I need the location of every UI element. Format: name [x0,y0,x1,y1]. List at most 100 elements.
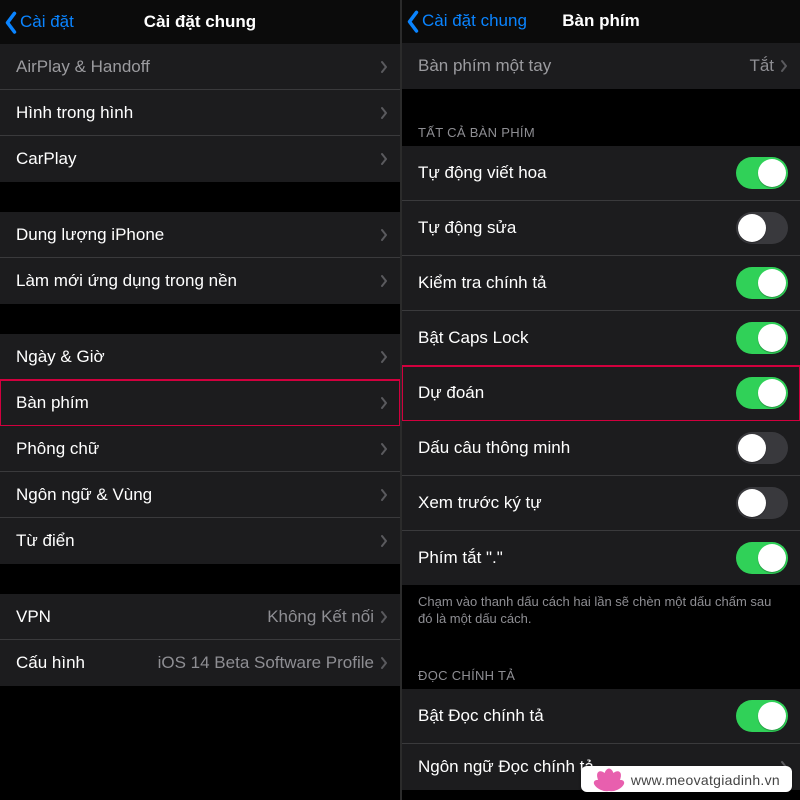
row-value: Không Kết nối [267,607,374,627]
chevron-right-icon [380,488,388,502]
row-label: Phím tắt "." [418,548,736,568]
nav-back-label: Cài đặt [20,12,74,32]
row-label: Cấu hình [16,653,158,673]
navbar: Cài đặtCài đặt chung [0,0,400,44]
row-label: Tự động viết hoa [418,163,736,183]
settings-toggle-row[interactable]: Phím tắt "." [402,531,800,585]
group-footer: Chạm vào thanh dấu cách hai lần sẽ chèn … [402,585,800,632]
toggle-knob [738,489,766,517]
chevron-right-icon [380,610,388,624]
toggle-switch[interactable] [736,157,788,189]
row-label: Bật Đọc chính tả [418,706,736,726]
row-value: Tắt [749,56,774,76]
row-label: Kiểm tra chính tả [418,273,736,293]
settings-group: Dung lượng iPhone Làm mới ứng dụng trong … [0,212,400,304]
settings-nav-row[interactable]: Ngày & Giờ [0,334,400,380]
settings-nav-row[interactable]: Cấu hìnhiOS 14 Beta Software Profile [0,640,400,686]
row-label: Bàn phím [16,393,380,413]
toggle-switch[interactable] [736,322,788,354]
nav-back-button[interactable]: Cài đặt [0,11,74,33]
settings-toggle-row[interactable]: Dự đoán [402,366,800,421]
row-label: Làm mới ứng dụng trong nền [16,271,380,291]
settings-group: TẤT CẢ BÀN PHÍMTự động viết hoaTự động s… [402,119,800,632]
watermark-text: www.meovatgiadinh.vn [631,772,780,788]
row-label: Dấu câu thông minh [418,438,736,458]
toggle-switch[interactable] [736,700,788,732]
settings-toggle-row[interactable]: Tự động viết hoa [402,146,800,201]
chevron-right-icon [380,60,388,74]
row-label: Dự đoán [418,383,736,403]
toggle-switch[interactable] [736,487,788,519]
settings-nav-row[interactable]: Làm mới ứng dụng trong nền [0,258,400,304]
settings-toggle-row[interactable]: Kiểm tra chính tả [402,256,800,311]
settings-toggle-row[interactable]: Xem trước ký tự [402,476,800,531]
cell-list: Dung lượng iPhone Làm mới ứng dụng trong … [0,212,400,304]
cell-list: Bàn phím một tayTắt [402,43,800,89]
chevron-right-icon [380,152,388,166]
row-label: Xem trước ký tự [418,493,736,513]
toggle-knob [738,214,766,242]
toggle-knob [758,379,786,407]
settings-nav-row[interactable]: Phông chữ [0,426,400,472]
settings-nav-row[interactable]: Từ điển [0,518,400,564]
toggle-knob [758,269,786,297]
chevron-left-icon [4,11,18,33]
row-label: Từ điển [16,531,380,551]
settings-toggle-row[interactable]: Bật Đọc chính tả [402,689,800,744]
row-label: Tự động sửa [418,218,736,238]
toggle-switch[interactable] [736,542,788,574]
row-value: iOS 14 Beta Software Profile [158,653,374,673]
row-label: CarPlay [16,149,380,169]
nav-back-label: Cài đặt chung [422,11,527,31]
row-label: Bật Caps Lock [418,328,736,348]
chevron-right-icon [380,106,388,120]
cell-list: AirPlay & Handoff Hình trong hình CarPlay [0,44,400,182]
toggle-knob [758,159,786,187]
watermark-badge: www.meovatgiadinh.vn [581,766,792,792]
toggle-knob [758,324,786,352]
settings-toggle-row[interactable]: Tự động sửa [402,201,800,256]
chevron-right-icon [380,274,388,288]
navbar: Cài đặt chungBàn phím [402,0,800,43]
chevron-right-icon [380,228,388,242]
toggle-switch[interactable] [736,432,788,464]
settings-nav-row[interactable]: Dung lượng iPhone [0,212,400,258]
row-label: Dung lượng iPhone [16,225,380,245]
row-label: Ngày & Giờ [16,347,380,367]
settings-group: Bàn phím một tayTắt [402,43,800,89]
settings-list[interactable]: Bàn phím một tayTắt TẤT CẢ BÀN PHÍMTự độn… [402,43,800,800]
cell-list: Tự động viết hoa Tự động sửa Kiểm tra chín… [402,146,800,585]
chevron-right-icon [380,350,388,364]
toggle-switch[interactable] [736,267,788,299]
group-header: ĐỌC CHÍNH TẢ [402,662,800,689]
chevron-right-icon [780,59,788,73]
settings-group: Ngày & Giờ Bàn phím Phông chữ Ngôn ngữ & Vù… [0,334,400,564]
settings-nav-row[interactable]: Bàn phím [0,380,400,426]
row-label: AirPlay & Handoff [16,57,380,77]
settings-list[interactable]: AirPlay & Handoff Hình trong hình CarPlay D… [0,44,400,800]
settings-toggle-row[interactable]: Dấu câu thông minh [402,421,800,476]
settings-nav-row[interactable]: Hình trong hình [0,90,400,136]
settings-nav-row[interactable]: CarPlay [0,136,400,182]
toggle-switch[interactable] [736,377,788,409]
settings-toggle-row[interactable]: Bật Caps Lock [402,311,800,366]
chevron-right-icon [380,442,388,456]
toggle-knob [758,544,786,572]
toggle-switch[interactable] [736,212,788,244]
cell-list: Ngày & Giờ Bàn phím Phông chữ Ngôn ngữ & Vù… [0,334,400,564]
row-label: VPN [16,607,267,627]
settings-nav-row[interactable]: Ngôn ngữ & Vùng [0,472,400,518]
row-label: Phông chữ [16,439,380,459]
row-label: Hình trong hình [16,103,380,123]
toggle-knob [738,434,766,462]
chevron-left-icon [406,10,420,32]
row-label: Ngôn ngữ & Vùng [16,485,380,505]
nav-back-button[interactable]: Cài đặt chung [402,10,527,32]
settings-nav-row[interactable]: Bàn phím một tayTắt [402,43,800,89]
settings-nav-row[interactable]: AirPlay & Handoff [0,44,400,90]
chevron-right-icon [380,656,388,670]
settings-nav-row[interactable]: VPNKhông Kết nối [0,594,400,640]
cell-list: VPNKhông Kết nốiCấu hìnhiOS 14 Beta Soft… [0,594,400,686]
lotus-icon [587,752,631,796]
toggle-knob [758,702,786,730]
